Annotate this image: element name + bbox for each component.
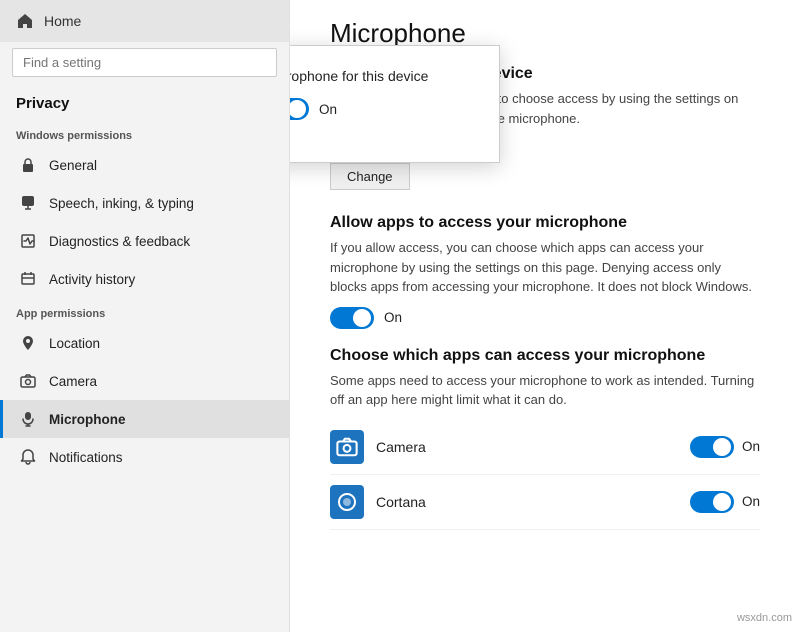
lock-icon: [19, 156, 37, 174]
notifications-icon: [19, 448, 37, 466]
camera-toggle-label: On: [742, 439, 760, 454]
sidebar-item-label: Speech, inking, & typing: [49, 196, 194, 211]
sidebar-item-microphone[interactable]: Microphone: [0, 400, 289, 438]
sidebar-home-button[interactable]: Home: [0, 0, 289, 42]
sidebar-item-label: Activity history: [49, 272, 135, 287]
sidebar-item-label: Diagnostics & feedback: [49, 234, 190, 249]
sidebar-item-label: Location: [49, 336, 100, 351]
overlay-toggle[interactable]: [290, 98, 309, 120]
cortana-app-icon: [330, 485, 364, 519]
sidebar-item-label: Notifications: [49, 450, 123, 465]
home-label: Home: [44, 13, 81, 29]
location-icon: [19, 334, 37, 352]
sidebar-item-general[interactable]: General: [0, 146, 289, 184]
section2-title: Allow apps to access your microphone: [330, 214, 760, 232]
overlay-title: Microphone for this device: [290, 68, 475, 84]
sidebar-item-label: Microphone: [49, 412, 126, 427]
change-button[interactable]: Change: [330, 163, 410, 190]
sidebar-item-camera[interactable]: Camera: [0, 362, 289, 400]
sidebar: Home Privacy Windows permissions General…: [0, 0, 290, 632]
camera-toggle[interactable]: [690, 436, 734, 458]
activity-icon: [19, 270, 37, 288]
allow-apps-toggle-row: On: [330, 307, 760, 329]
main-content: Microphone microphone on this device usi…: [290, 0, 800, 632]
overlay-toggle-label: On: [319, 102, 337, 117]
cortana-app-name: Cortana: [376, 494, 678, 510]
windows-permissions-header: Windows permissions: [0, 120, 289, 146]
app-row-cortana: Cortana On: [330, 475, 760, 530]
app-permissions-header: App permissions: [0, 298, 289, 324]
search-input[interactable]: [12, 48, 277, 77]
cortana-toggle[interactable]: [690, 491, 734, 513]
allow-apps-toggle[interactable]: [330, 307, 374, 329]
overlay-toggle-row: On: [290, 98, 475, 120]
section3-desc: Some apps need to access your microphone…: [330, 371, 760, 410]
speech-icon: [19, 194, 37, 212]
microphone-icon: [19, 410, 37, 428]
microphone-device-popup: Microphone for this device On: [290, 45, 500, 163]
section3-title: Choose which apps can access your microp…: [330, 347, 760, 365]
camera-app-icon: [330, 430, 364, 464]
home-icon: [16, 12, 34, 30]
sidebar-item-location[interactable]: Location: [0, 324, 289, 362]
sidebar-item-label: Camera: [49, 374, 97, 389]
diagnostics-icon: [19, 232, 37, 250]
sidebar-item-diagnostics[interactable]: Diagnostics & feedback: [0, 222, 289, 260]
camera-app-name: Camera: [376, 439, 678, 455]
sidebar-item-speech[interactable]: Speech, inking, & typing: [0, 184, 289, 222]
camera-toggle-row: On: [690, 436, 760, 458]
privacy-section-title: Privacy: [0, 87, 289, 120]
app-row-camera: Camera On: [330, 420, 760, 475]
sidebar-item-label: General: [49, 158, 97, 173]
watermark: wsxdn.com: [737, 612, 792, 624]
cortana-toggle-label: On: [742, 494, 760, 509]
sidebar-item-activity[interactable]: Activity history: [0, 260, 289, 298]
sidebar-item-notifications[interactable]: Notifications: [0, 438, 289, 476]
camera-icon: [19, 372, 37, 390]
section2-desc: If you allow access, you can choose whic…: [330, 238, 760, 297]
allow-apps-toggle-label: On: [384, 310, 402, 325]
cortana-toggle-row: On: [690, 491, 760, 513]
